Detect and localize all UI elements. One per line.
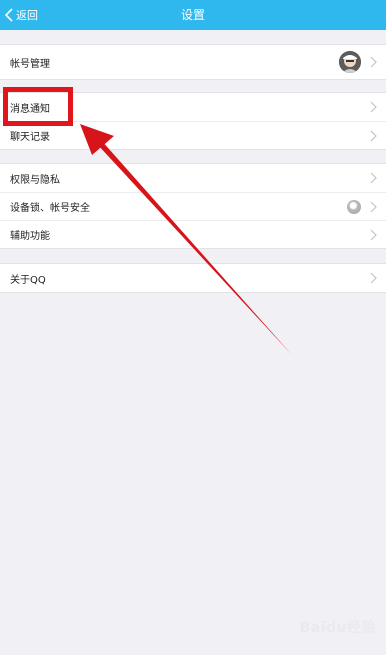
chevron-right-icon — [369, 200, 377, 214]
settings-item-privacy[interactable]: 权限与隐私 — [0, 164, 386, 192]
settings-item-account[interactable]: 帐号管理 — [0, 45, 386, 79]
settings-item-label: 权限与隐私 — [10, 174, 60, 186]
avatar — [339, 51, 361, 73]
account-group: 帐号管理 — [0, 44, 386, 80]
watermark: Baidu经验 — [299, 620, 376, 636]
chevron-right-icon — [369, 55, 377, 69]
security-icon — [347, 199, 361, 214]
settings-item-label: 聊天记录 — [10, 132, 50, 143]
page-title: 设置 — [180, 8, 205, 22]
chevron-right-icon — [369, 100, 377, 114]
settings-item-label: 设备锁、帐号安全 — [10, 203, 90, 214]
nav-bar: 返回 设置 — [0, 0, 386, 30]
chevron-right-icon — [369, 171, 377, 185]
settings-item-label: 关于QQ — [10, 274, 46, 286]
message-group: 消息通知 聊天记录 — [0, 92, 386, 150]
settings-item-label: 消息通知 — [10, 103, 50, 115]
settings-item-label: 帐号管理 — [10, 58, 50, 70]
chevron-right-icon — [369, 271, 377, 285]
chevron-right-icon — [369, 129, 377, 143]
settings-item-about[interactable]: 关于QQ — [0, 264, 386, 292]
settings-item-chat-history[interactable]: 聊天记录 — [0, 121, 386, 149]
settings-item-notifications[interactable]: 消息通知 — [0, 93, 386, 121]
settings-item-device-lock[interactable]: 设备锁、帐号安全 — [0, 192, 386, 220]
chevron-right-icon — [369, 228, 377, 242]
privacy-group: 权限与隐私 设备锁、帐号安全 辅助功能 — [0, 163, 386, 249]
about-group: 关于QQ — [0, 263, 386, 293]
settings-item-accessibility[interactable]: 辅助功能 — [0, 220, 386, 248]
settings-item-label: 辅助功能 — [10, 231, 50, 242]
